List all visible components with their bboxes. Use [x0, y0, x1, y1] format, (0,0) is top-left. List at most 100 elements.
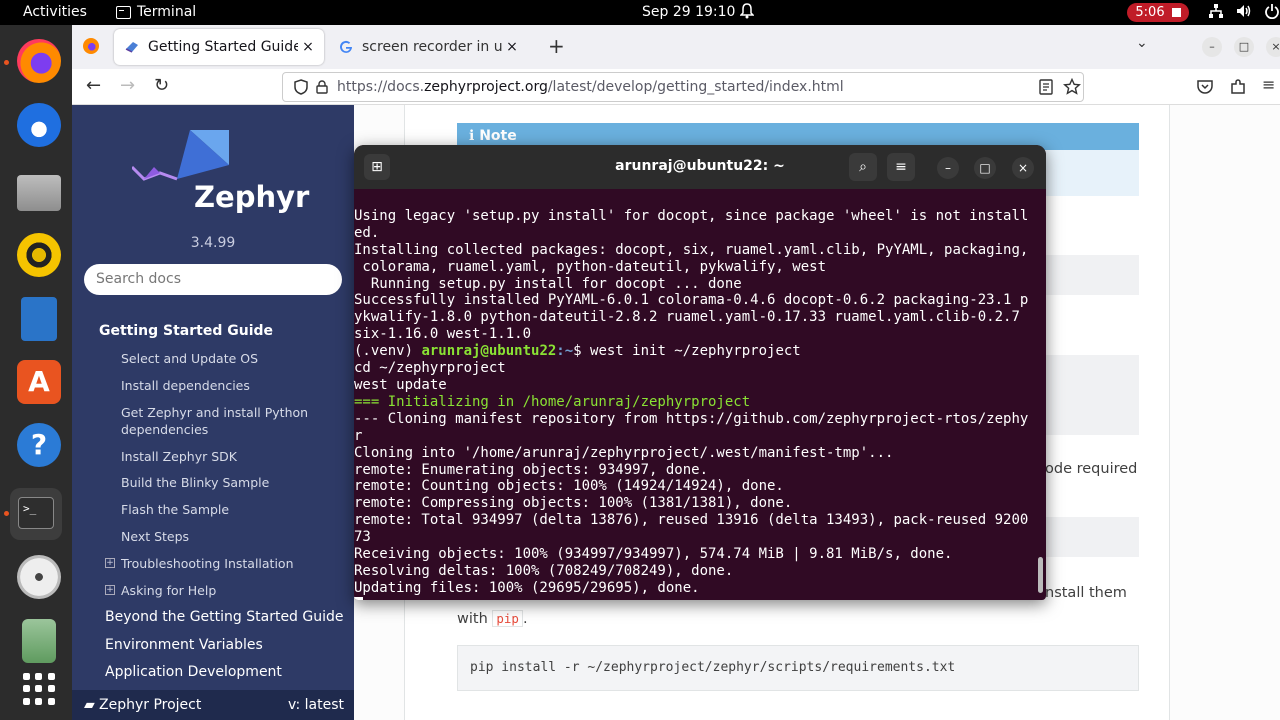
- shield-icon[interactable]: [293, 79, 309, 95]
- close-tab-icon[interactable]: ×: [298, 39, 318, 55]
- maximize-icon[interactable]: □: [974, 157, 996, 179]
- screen-recording-indicator[interactable]: 5:06: [1127, 3, 1189, 22]
- disc-icon[interactable]: [17, 555, 61, 599]
- zephyr-logo-icon: [132, 130, 229, 181]
- files-icon[interactable]: [17, 175, 61, 211]
- expand-icon[interactable]: +: [105, 585, 115, 595]
- clock[interactable]: Sep 29 19:10: [642, 4, 735, 20]
- show-applications-icon[interactable]: [23, 673, 55, 705]
- menu-icon[interactable]: ≡: [1262, 75, 1275, 94]
- ubuntu-software-icon[interactable]: A: [17, 360, 61, 404]
- thunderbird-icon[interactable]: [17, 103, 61, 147]
- hamburger-menu-icon[interactable]: ≡: [887, 153, 915, 181]
- search-icon[interactable]: ⌕: [849, 153, 877, 181]
- nav-item[interactable]: Install Zephyr SDK: [121, 449, 237, 464]
- terminal-line: Resolving deltas: 100% (708249/708249), …: [354, 562, 734, 579]
- reload-icon[interactable]: ↻: [154, 75, 169, 96]
- navigation-toolbar: ← → ↻ https://docs. zephyrproject.org/lat…: [72, 69, 1280, 105]
- minimize-icon[interactable]: –: [1202, 37, 1222, 57]
- version-select[interactable]: v: latest: [288, 697, 344, 713]
- nav-item-continued[interactable]: dependencies: [121, 422, 208, 437]
- pocket-icon[interactable]: [1196, 78, 1214, 96]
- forward-icon[interactable]: →: [120, 75, 135, 96]
- terminal-dock-icon[interactable]: >_: [10, 488, 62, 540]
- terminal-line: Running setup.py install for docopt ... …: [354, 275, 742, 292]
- paragraph-fragment: nstall them: [1045, 585, 1127, 601]
- tab-screen-recorder[interactable]: screen recorder in ubuntu ×: [328, 29, 528, 65]
- new-tab-button[interactable]: +: [548, 34, 565, 58]
- nav-item-label: Asking for Help: [121, 583, 217, 598]
- nav-item[interactable]: Next Steps: [121, 529, 189, 544]
- search-docs-input[interactable]: Search docs: [84, 264, 342, 295]
- code-block: pip install -r ~/zephyrproject/zephyr/sc…: [457, 645, 1139, 691]
- terminal-line: ykwalify-1.8.0 python-dateutil-2.8.2 rua…: [354, 309, 1020, 326]
- terminal-line: remote: Enumerating objects: 934997, don…: [354, 461, 709, 478]
- tab-title: Getting Started Guide —: [148, 39, 298, 55]
- terminal-scrollbar[interactable]: [1038, 557, 1043, 593]
- maximize-icon[interactable]: □: [1234, 37, 1254, 57]
- minimize-icon[interactable]: –: [937, 157, 959, 179]
- nav-item-expandable[interactable]: + Troubleshooting Installation: [72, 556, 354, 572]
- nav-current-section[interactable]: Getting Started Guide: [99, 323, 273, 339]
- list-all-tabs-button[interactable]: ⌄: [1136, 35, 1148, 51]
- help-icon[interactable]: ?: [17, 423, 61, 467]
- terminal-line: r: [354, 427, 363, 444]
- nav-item[interactable]: Build the Blinky Sample: [121, 475, 269, 490]
- lock-icon[interactable]: [315, 80, 329, 94]
- nav-top-item[interactable]: Beyond the Getting Started Guide: [105, 609, 344, 625]
- activities-button[interactable]: Activities: [23, 4, 87, 20]
- tab-getting-started[interactable]: Getting Started Guide — ×: [114, 29, 324, 65]
- url-bar[interactable]: https://docs. zephyrproject.org/latest/de…: [282, 72, 1084, 102]
- firefox-view-icon[interactable]: [83, 38, 99, 54]
- zephyr-favicon-icon: [125, 42, 138, 53]
- google-favicon-icon: [340, 40, 352, 53]
- expand-icon[interactable]: +: [105, 558, 115, 568]
- terminal-headerbar: ⊞ arunraj@ubuntu22: ~ ⌕ ≡ – □ ×: [354, 145, 1046, 189]
- terminal-line: Receiving objects: 100% (934997/934997),…: [354, 546, 953, 563]
- trash-icon[interactable]: [22, 619, 56, 663]
- nav-item[interactable]: Install dependencies: [121, 378, 250, 393]
- recording-time: 5:06: [1135, 5, 1165, 20]
- extensions-icon[interactable]: [1229, 78, 1247, 96]
- version-switcher[interactable]: ▰ Zephyr Project v: latest: [72, 690, 354, 720]
- docs-sidebar: Zephyr 3.4.99 Search docs Getting Starte…: [72, 105, 354, 720]
- nav-top-item[interactable]: Application Development: [105, 664, 282, 680]
- prompt-path: :~: [556, 343, 574, 360]
- close-tab-icon[interactable]: ×: [502, 39, 522, 55]
- rhythmbox-icon[interactable]: [17, 233, 61, 277]
- close-icon[interactable]: ×: [1012, 157, 1034, 179]
- paragraph-fragment: ode required: [1045, 461, 1138, 477]
- terminal-cursor: [354, 596, 363, 600]
- nav-item[interactable]: Flash the Sample: [121, 502, 229, 517]
- libreoffice-writer-icon[interactable]: [21, 297, 57, 341]
- prompt-sign: $: [573, 343, 591, 360]
- terminal-prompt-line: (.venv) arunraj@ubuntu22:~$ west init ~/…: [354, 343, 1034, 360]
- paragraph-text: with pip.: [457, 610, 528, 627]
- volume-icon: [1237, 5, 1251, 17]
- terminal-output[interactable]: Using legacy 'setup.py install' for doco…: [354, 191, 1034, 600]
- reader-view-icon[interactable]: [1037, 78, 1055, 96]
- close-window-icon[interactable]: ×: [1266, 37, 1280, 57]
- stop-icon: [1171, 8, 1181, 17]
- terminal-line: 73: [354, 529, 371, 546]
- back-icon[interactable]: ←: [86, 75, 101, 96]
- nav-item[interactable]: Select and Update OS: [121, 351, 258, 366]
- nav-item-expandable[interactable]: + Asking for Help: [72, 583, 354, 599]
- terminal-line: six-1.16.0 west-1.1.0: [354, 326, 532, 343]
- url-domain: zephyrproject.org: [424, 79, 548, 95]
- note-title: Note: [479, 128, 517, 144]
- period: .: [522, 611, 528, 627]
- terminal-line: colorama, ruamel.yaml, python-dateutil, …: [354, 258, 827, 275]
- prompt-command: west init ~/zephyrproject: [590, 343, 801, 360]
- terminal-line: Installing collected packages: docopt, s…: [354, 241, 1029, 258]
- firefox-icon[interactable]: [17, 39, 61, 83]
- terminal-line: remote: Total 934997 (delta 13876), reus…: [354, 512, 1029, 529]
- terminal-line: ed.: [354, 224, 380, 241]
- nav-top-item[interactable]: Environment Variables: [105, 637, 263, 653]
- app-menu[interactable]: Terminal: [116, 4, 196, 20]
- nav-item[interactable]: Get Zephyr and install Python: [121, 405, 308, 420]
- terminal-line: west update: [354, 376, 447, 393]
- bookmark-star-icon[interactable]: [1063, 78, 1081, 96]
- system-menu[interactable]: [1208, 3, 1280, 19]
- tab-bar: Getting Started Guide — × screen recorde…: [72, 25, 1280, 69]
